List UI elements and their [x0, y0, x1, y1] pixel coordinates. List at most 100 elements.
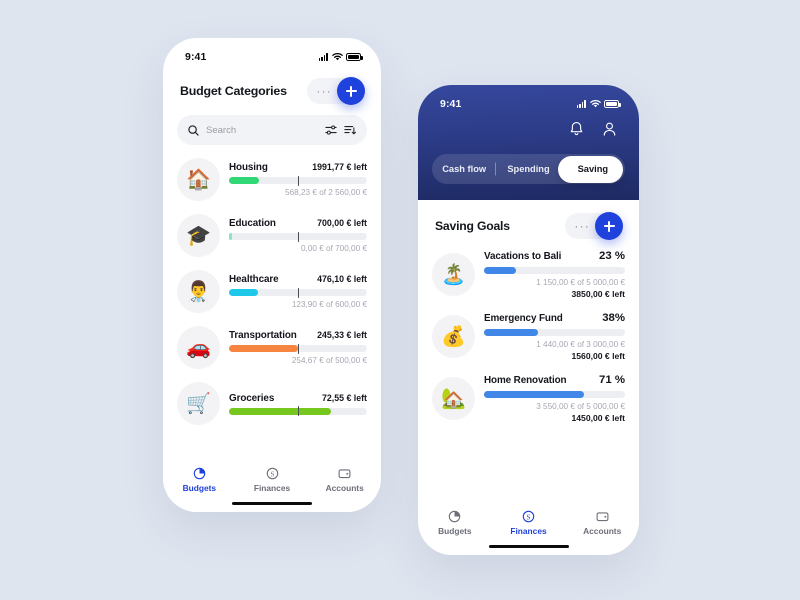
status-bar-left: 9:41 — [163, 38, 381, 68]
bottom-nav-left: Budgets S Finances Accounts — [163, 460, 381, 512]
house-with-garden-emoji: 🏡 — [432, 377, 475, 420]
budget-details: Housing 1991,77 € left 568,23 € of 2 560,0… — [229, 162, 367, 197]
search-input[interactable]: Search — [206, 125, 318, 136]
segmented-control: Cash flow Spending Saving — [432, 154, 625, 184]
sort-descending-icon[interactable] — [344, 124, 356, 136]
header-icon-row — [418, 115, 639, 142]
amount-left: 1450,00 € left — [571, 413, 625, 423]
tab-label: Budgets — [438, 525, 472, 536]
budget-category-row[interactable]: 🚗 Transportation 245,33 € left 254,67 € of … — [177, 319, 367, 375]
goal-percent: 23 % — [599, 250, 625, 262]
status-indicators — [318, 53, 363, 61]
amount-left: 700,00 € left — [317, 218, 367, 228]
status-bar-right: 9:41 — [418, 85, 639, 115]
amount-left: 1991,77 € left — [312, 162, 367, 172]
left-header: Budget Categories ··· — [163, 68, 381, 105]
amount-left: 1560,00 € left — [571, 351, 625, 361]
progress-track — [229, 287, 367, 298]
tab-accounts[interactable]: Accounts — [308, 467, 381, 493]
home-indicator — [232, 501, 312, 505]
battery-icon — [346, 53, 363, 61]
progress-fill — [229, 345, 298, 352]
search-icon — [188, 124, 199, 136]
user-avatar-icon[interactable] — [602, 121, 617, 142]
saving-goal-row[interactable]: 💰 Emergency Fund 38% 1 440,00 € of 3 000,00… — [432, 305, 625, 367]
amount-summary: 0,00 € of 700,00 € — [300, 244, 367, 253]
wallet-icon — [596, 510, 609, 523]
category-name: Housing — [229, 162, 268, 173]
header-actions: ··· — [307, 77, 365, 105]
progress-track — [484, 267, 625, 274]
amount-left: 3850,00 € left — [571, 289, 625, 299]
dollar-circle-icon: S — [522, 510, 535, 523]
car-emoji: 🚗 — [177, 326, 220, 369]
wallet-icon — [338, 467, 351, 480]
budget-category-row[interactable]: 🏠 Housing 1991,77 € left 568,23 € of 2 560,… — [177, 151, 367, 207]
goal-name: Home Renovation — [484, 375, 567, 386]
tab-accounts[interactable]: Accounts — [565, 510, 639, 536]
tab-finances[interactable]: S Finances — [492, 510, 566, 536]
amount-left: 245,33 € left — [317, 330, 367, 340]
saving-goal-list: 🏝️ Vacations to Bali 23 % 1 150,00 € of 5 0… — [418, 239, 639, 429]
goal-name: Emergency Fund — [484, 313, 563, 324]
canvas: 9:41 Budget Categories ··· Search 🏠 Hous… — [0, 0, 800, 600]
tab-label: Finances — [510, 525, 547, 536]
search-bar[interactable]: Search — [177, 115, 367, 145]
header-actions: ··· — [565, 212, 623, 240]
budget-details: Groceries 72,55 € left — [229, 392, 367, 416]
budget-category-row[interactable]: 👨‍⚕️ Healthcare 476,10 € left 123,90 € of 6… — [177, 263, 367, 319]
pie-chart-icon — [193, 467, 206, 480]
tab-cash-flow[interactable]: Cash flow — [432, 164, 496, 174]
progress-track — [484, 391, 625, 398]
more-options-button[interactable]: ··· — [316, 78, 337, 104]
tab-budgets[interactable]: Budgets — [163, 467, 236, 493]
amount-summary: 1 150,00 € of 5 000,00 € — [536, 278, 625, 287]
budget-details: Transportation 245,33 € left 254,67 € of 5… — [229, 330, 367, 365]
progress-tick — [298, 231, 300, 242]
category-name: Transportation — [229, 330, 297, 341]
bell-icon[interactable] — [569, 121, 584, 142]
tab-finances[interactable]: S Finances — [236, 467, 309, 493]
amount-left: 72,55 € left — [322, 392, 367, 403]
progress-track — [229, 231, 367, 242]
island-emoji: 🏝️ — [432, 253, 475, 296]
progress-track — [229, 343, 367, 354]
progress-track — [229, 175, 367, 186]
svg-text:S: S — [270, 470, 274, 478]
shopping-cart-emoji: 🛒 — [177, 382, 220, 425]
goal-details: Home Renovation 71 % 3 550,00 € of 5 000,0… — [484, 374, 625, 423]
progress-track — [229, 406, 367, 416]
doctor-emoji: 👨‍⚕️ — [177, 270, 220, 313]
right-header-gradient: 9:41 Cash flow Spending Saving — [418, 85, 639, 200]
house-emoji: 🏠 — [177, 158, 220, 201]
add-category-button[interactable] — [337, 77, 365, 105]
progress-fill — [229, 233, 232, 240]
saving-goals-header: Saving Goals ··· — [418, 200, 639, 240]
progress-fill — [229, 289, 258, 296]
amount-summary: 123,90 € of 600,00 € — [291, 300, 367, 309]
goal-details: Vacations to Bali 23 % 1 150,00 € of 5 000… — [484, 250, 625, 299]
page-title: Saving Goals — [435, 219, 510, 233]
more-options-button[interactable]: ··· — [574, 213, 595, 239]
add-goal-button[interactable] — [595, 212, 623, 240]
cellular-signal-icon — [576, 100, 586, 108]
tab-spending[interactable]: Spending — [496, 164, 560, 174]
filter-sliders-icon[interactable] — [325, 124, 337, 136]
tab-saving[interactable]: Saving — [561, 164, 625, 174]
budget-category-row[interactable]: 🎓 Education 700,00 € left 0,00 € of 700,00 … — [177, 207, 367, 263]
wifi-icon — [332, 53, 343, 61]
phone-saving-goals: 9:41 Cash flow Spending Saving Saving Go… — [418, 85, 639, 555]
amount-summary: 568,23 € of 2 560,00 € — [285, 188, 367, 197]
status-indicators — [576, 100, 621, 108]
tab-label: Budgets — [182, 482, 217, 493]
tab-label: Accounts — [583, 525, 622, 536]
amount-summary: 254,67 € of 500,00 € — [291, 356, 367, 365]
graduation-cap-emoji: 🎓 — [177, 214, 220, 257]
saving-goal-row[interactable]: 🏝️ Vacations to Bali 23 % 1 150,00 € of 5 0… — [432, 243, 625, 305]
progress-fill — [229, 407, 332, 415]
budget-category-row[interactable]: 🛒 Groceries 72,55 € left — [177, 375, 367, 431]
phone-budget-categories: 9:41 Budget Categories ··· Search 🏠 Hous… — [163, 38, 381, 512]
tab-budgets[interactable]: Budgets — [418, 510, 492, 536]
saving-goal-row[interactable]: 🏡 Home Renovation 71 % 3 550,00 € of 5 000,… — [432, 367, 625, 429]
progress-tick — [298, 343, 300, 354]
